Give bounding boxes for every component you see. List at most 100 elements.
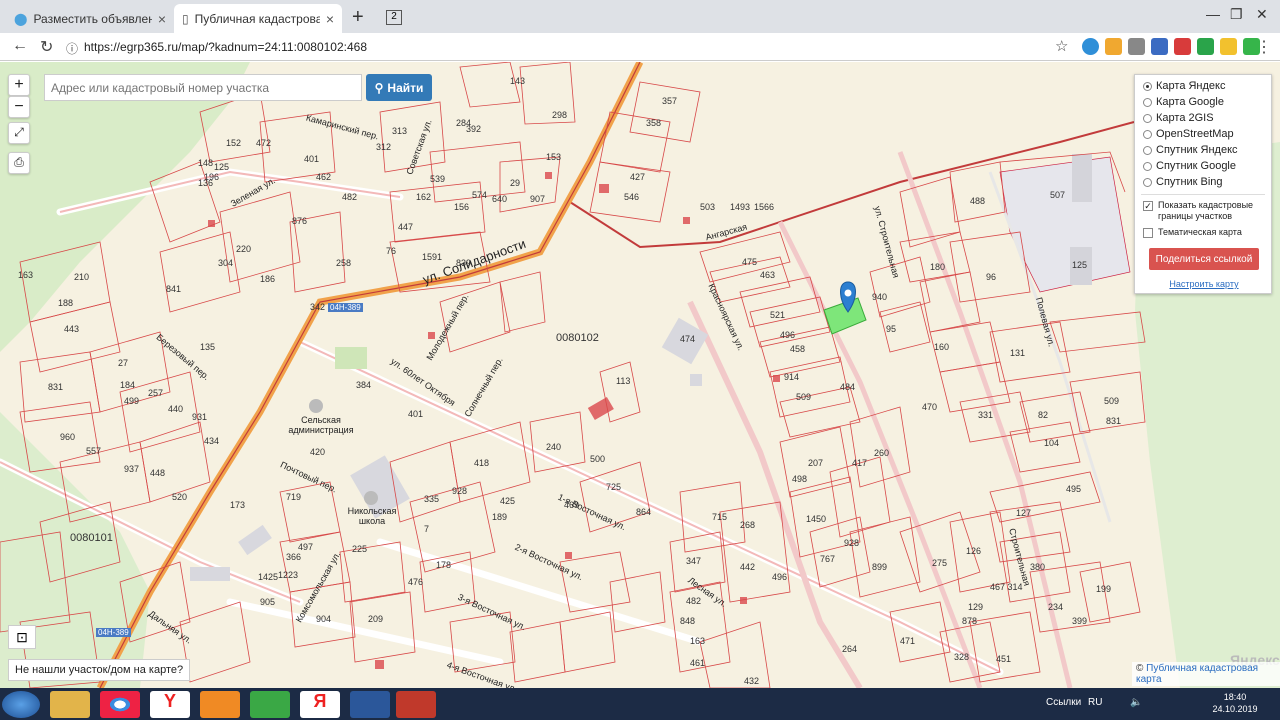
plot-number-label[interactable]: 960 — [60, 432, 75, 442]
plot-number-label[interactable]: 451 — [996, 654, 1011, 664]
plot-number-label[interactable]: 442 — [740, 562, 755, 572]
plot-number-label[interactable]: 234 — [1048, 602, 1063, 612]
plot-number-label[interactable]: 1223 — [278, 570, 298, 580]
plot-number-label[interactable]: 104 — [1044, 438, 1059, 448]
app-icon[interactable] — [396, 691, 436, 718]
plot-number-label[interactable]: 715 — [712, 512, 727, 522]
radio-icon[interactable] — [1143, 177, 1152, 187]
plot-number-label[interactable]: 841 — [166, 284, 181, 294]
plot-number-label[interactable]: 1450 — [806, 514, 826, 524]
cadastral-map[interactable]: 0080102 0080101 ул. Солидарности Камарин… — [0, 62, 1280, 688]
share-link-button[interactable]: Поделиться ссылкой — [1149, 248, 1259, 270]
plot-number-label[interactable]: 220 — [236, 244, 251, 254]
admin-poi-icon[interactable] — [309, 399, 323, 413]
radio-icon[interactable] — [1143, 97, 1152, 107]
map-canvas[interactable] — [0, 62, 1280, 688]
search-input[interactable] — [44, 74, 362, 101]
plot-number-label[interactable]: 153 — [546, 152, 561, 162]
plot-number-label[interactable]: 488 — [970, 196, 985, 206]
plot-number-label[interactable]: 268 — [740, 520, 755, 530]
plot-number-label[interactable]: 475 — [742, 257, 757, 267]
tab-count-icon[interactable]: 2 — [386, 10, 402, 25]
plot-number-label[interactable]: 380 — [1030, 562, 1045, 572]
back-icon[interactable]: ← — [12, 37, 28, 55]
plot-number-label[interactable]: 448 — [150, 468, 165, 478]
plot-number-label[interactable]: 401 — [304, 154, 319, 164]
plot-number-label[interactable]: 640 — [492, 194, 507, 204]
plot-number-label[interactable]: 482 — [342, 192, 357, 202]
plot-number-label[interactable]: 127 — [1016, 508, 1031, 518]
clock[interactable]: 18:40 24.10.2019 — [1210, 691, 1260, 715]
plot-number-label[interactable]: 401 — [408, 409, 423, 419]
plot-number-label[interactable]: 275 — [932, 558, 947, 568]
plot-number-label[interactable]: 148 — [198, 158, 213, 168]
extension-icon[interactable] — [1174, 38, 1191, 55]
explorer-icon[interactable] — [50, 691, 90, 718]
plot-number-label[interactable]: 328 — [954, 652, 969, 662]
extension-icon[interactable] — [1220, 38, 1237, 55]
plot-number-label[interactable]: 186 — [260, 274, 275, 284]
plot-number-label[interactable]: 482 — [686, 596, 701, 606]
plot-number-label[interactable]: 427 — [630, 172, 645, 182]
yandex-icon[interactable]: Я — [300, 691, 340, 718]
plot-number-label[interactable]: 521 — [770, 310, 785, 320]
plot-number-label[interactable]: 471 — [900, 636, 915, 646]
plot-number-label[interactable]: 125 — [214, 162, 229, 172]
plot-number-label[interactable]: 335 — [424, 494, 439, 504]
layer-option[interactable]: Карта Google — [1143, 96, 1224, 108]
word-icon[interactable] — [350, 691, 390, 718]
plot-number-label[interactable]: 358 — [646, 118, 661, 128]
layer-option[interactable]: Карта Яндекс — [1143, 80, 1225, 92]
radio-icon[interactable] — [1143, 129, 1152, 139]
plot-number-label[interactable]: 864 — [636, 507, 651, 517]
extension-icon[interactable] — [1151, 38, 1168, 55]
plot-number-label[interactable]: 461 — [690, 658, 705, 668]
plot-number-label[interactable]: 392 — [466, 124, 481, 134]
restore-icon[interactable]: ❐ — [1230, 6, 1243, 23]
plot-number-label[interactable]: 1591 — [422, 252, 442, 262]
chrome-icon[interactable] — [100, 691, 140, 718]
start-button[interactable] — [2, 691, 40, 718]
plot-number-label[interactable]: 209 — [368, 614, 383, 624]
plot-number-label[interactable]: 931 — [192, 412, 207, 422]
plot-number-label[interactable]: 264 — [842, 644, 857, 654]
tray-links[interactable]: Ссылки — [1046, 697, 1081, 708]
plot-number-label[interactable]: 357 — [662, 96, 677, 106]
plot-number-label[interactable]: 496 — [772, 572, 787, 582]
plot-number-label[interactable]: 418 — [474, 458, 489, 468]
plot-number-label[interactable]: 467 314 — [990, 582, 1023, 592]
plot-number-label[interactable]: 189 — [492, 512, 507, 522]
address-bar[interactable]: https://egrp365.ru/map/?kadnum=24:11:008… — [84, 40, 367, 54]
plot-number-label[interactable]: 425 — [500, 496, 515, 506]
plot-number-label[interactable]: 258 — [336, 258, 351, 268]
plot-number-label[interactable]: 152 — [226, 138, 241, 148]
layer-option[interactable]: Спутник Bing — [1143, 176, 1223, 188]
plot-number-label[interactable]: 876 — [292, 216, 307, 226]
plot-number-label[interactable]: 899 — [872, 562, 887, 572]
plot-number-label[interactable]: 539 — [430, 174, 445, 184]
plot-number-label[interactable]: 470 — [922, 402, 937, 412]
plot-number-label[interactable]: 1493 — [730, 202, 750, 212]
plot-number-label[interactable]: 399 — [1072, 616, 1087, 626]
plot-number-label[interactable]: 173 — [230, 500, 245, 510]
extension-icon[interactable] — [1105, 38, 1122, 55]
plot-number-label[interactable]: 848 — [680, 616, 695, 626]
plot-number-label[interactable]: 1425 — [258, 572, 278, 582]
plot-number-label[interactable]: 509 — [1104, 396, 1119, 406]
plot-number-label[interactable]: 907 — [530, 194, 545, 204]
plot-number-label[interactable]: 940 — [872, 292, 887, 302]
plot-number-label[interactable]: 476 — [408, 577, 423, 587]
plot-number-label[interactable]: 113 — [616, 376, 630, 386]
plot-number-label[interactable]: 163 — [18, 270, 33, 280]
plot-number-label[interactable]: 520 — [172, 492, 187, 502]
plot-number-label[interactable]: 7 — [424, 524, 429, 534]
volume-icon[interactable]: 🔈 — [1130, 697, 1142, 708]
extension-icon[interactable] — [1128, 38, 1145, 55]
plot-number-label[interactable]: 135 — [200, 342, 215, 352]
plot-number-label[interactable]: 443 — [64, 324, 79, 334]
plot-number-label[interactable]: 156 — [454, 202, 469, 212]
plot-number-label[interactable]: 199 — [1096, 584, 1111, 594]
plot-number-label[interactable]: 29 — [510, 178, 520, 188]
plot-number-label[interactable]: 928 — [844, 538, 859, 548]
plot-number-label[interactable]: 76 — [386, 246, 396, 256]
